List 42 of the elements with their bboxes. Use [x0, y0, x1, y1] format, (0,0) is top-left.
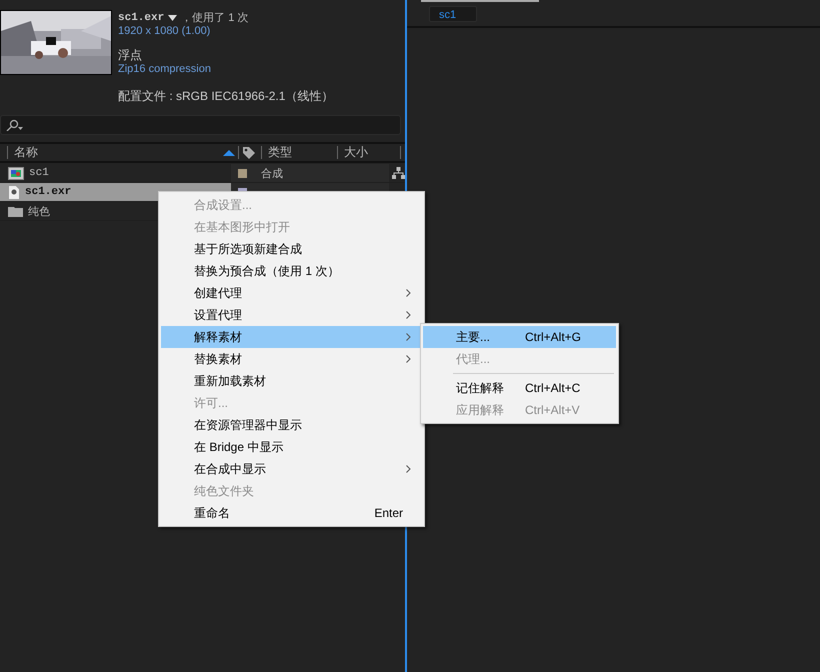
- menu-item[interactable]: 解释素材: [161, 326, 422, 348]
- label-swatch[interactable]: [238, 168, 247, 178]
- menu-item[interactable]: 重命名 Enter: [161, 502, 422, 524]
- menu-item[interactable]: 在合成中显示: [161, 458, 422, 480]
- column-header[interactable]: 名称: [14, 144, 38, 161]
- row-name: sc1.exr: [25, 186, 72, 198]
- folder-icon: [8, 206, 23, 216]
- shortcut-text: Ctrl+Alt+G: [525, 330, 582, 344]
- menu-item[interactable]: 重新加载素材: [161, 370, 422, 392]
- column-header[interactable]: 大小: [337, 146, 401, 159]
- shortcut-text: Ctrl+Alt+C: [525, 381, 582, 395]
- menu-item[interactable]: 主要... Ctrl+Alt+G: [423, 326, 616, 348]
- composition-icon: [8, 166, 24, 180]
- shortcut-text: Ctrl+Alt+V: [525, 403, 581, 417]
- compression-text: Zip16 compression: [118, 62, 212, 76]
- sort-icon: [223, 150, 235, 156]
- menu-item[interactable]: 设置代理: [161, 304, 422, 326]
- menu-item[interactable]: 替换素材: [161, 348, 422, 370]
- type-text: 合成: [261, 166, 283, 180]
- menu-item[interactable]: 替换为预合成（使用 1 次）: [161, 260, 422, 282]
- depth-text: 浮点: [118, 48, 143, 62]
- flowchart-icon: [392, 167, 405, 179]
- column-header[interactable]: 类型: [261, 146, 337, 159]
- tag-icon: [242, 146, 256, 160]
- file-icon: [8, 184, 20, 200]
- resolution-text: 1920 x 1080 (1.00): [118, 24, 212, 38]
- dropdown-icon: [168, 14, 178, 20]
- search-field[interactable]: [0, 115, 401, 135]
- name-cell[interactable]: sc1: [0, 164, 231, 182]
- row-name: 纯色: [28, 205, 50, 218]
- viewer-tab[interactable]: sc1: [429, 6, 477, 22]
- menu-item[interactable]: 在资源管理器中显示: [161, 414, 422, 436]
- usage-text: ，使用了 1 次: [181, 11, 248, 25]
- search-icon: [5, 119, 23, 131]
- menu-item[interactable]: 记住解释 Ctrl+Alt+C: [423, 377, 616, 399]
- profile-text: 配置文件 : sRGB IEC61966-2.1（线性）: [118, 88, 334, 105]
- file-name: sc1.exr: [118, 12, 164, 24]
- row-name: sc1: [29, 167, 49, 179]
- menu-item[interactable]: 创建代理: [161, 282, 422, 304]
- shortcut-text: Enter: [374, 506, 403, 520]
- menu-item[interactable]: 在 Bridge 中显示: [161, 436, 422, 458]
- menu-item[interactable]: 基于所选项新建合成: [161, 238, 422, 260]
